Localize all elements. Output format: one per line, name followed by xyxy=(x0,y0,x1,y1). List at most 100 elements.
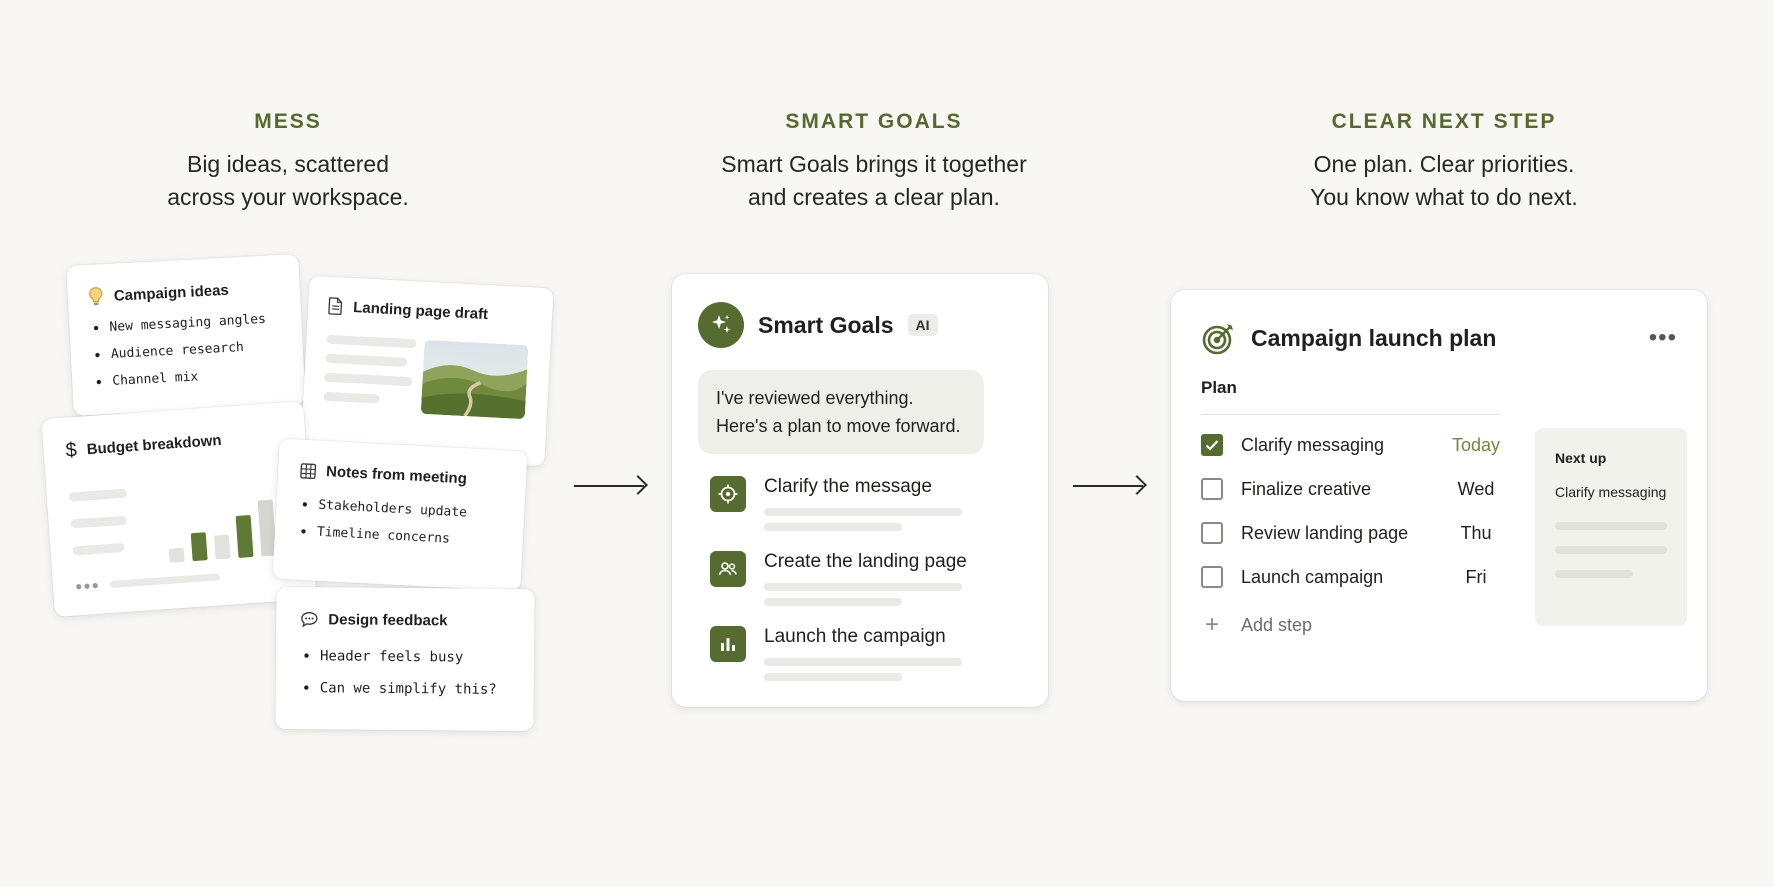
design-feedback-title: Design feedback xyxy=(328,611,448,630)
bar-chart-icon xyxy=(710,626,746,662)
dots-icon: ●●● xyxy=(74,577,101,594)
mess-description: Big ideas, scattered across your workspa… xyxy=(8,148,568,214)
plan-steps: Clarify the message Create the landing p… xyxy=(698,476,1022,681)
task-name: Review landing page xyxy=(1241,522,1409,543)
list-item: Timeline concerns xyxy=(297,524,502,550)
plan-step[interactable]: Create the landing page xyxy=(710,551,1022,606)
task-row[interactable]: Clarify messaging Today xyxy=(1201,423,1501,467)
mess-description-line1: Big ideas, scattered xyxy=(186,151,389,177)
next-step-description-line1: One plan. Clear priorities. xyxy=(1313,151,1575,177)
smart-goals-card-header: Smart Goals AI xyxy=(698,302,1022,348)
task-checkbox[interactable] xyxy=(1201,434,1223,456)
next-step-description: One plan. Clear priorities. You know wha… xyxy=(1164,148,1724,214)
task-row[interactable]: Finalize creative Wed xyxy=(1201,467,1501,511)
campaign-launch-plan-card: Campaign launch plan ••• Plan Clarify me… xyxy=(1171,290,1707,701)
landing-page-title: Landing page draft xyxy=(352,298,489,323)
task-row[interactable]: Review landing page Thu xyxy=(1201,511,1501,555)
people-icon xyxy=(710,551,746,587)
mess-header: MESS Big ideas, scattered across your wo… xyxy=(8,110,568,214)
plan-step-label: Create the landing page xyxy=(764,551,967,572)
next-up-placeholder xyxy=(1555,522,1667,578)
budget-footer: ●●● xyxy=(75,569,220,593)
divider xyxy=(1201,414,1501,415)
list-item: Stakeholders update xyxy=(298,497,503,523)
task-name: Finalize creative xyxy=(1241,478,1372,499)
budget-title: Budget breakdown xyxy=(86,431,223,459)
right-arrow-icon xyxy=(574,485,644,487)
plan-card-header: Campaign launch plan xyxy=(1201,320,1677,356)
table-icon xyxy=(300,462,317,479)
task-name: Clarify messaging xyxy=(1241,434,1385,455)
campaign-ideas-title: Campaign ideas xyxy=(113,281,230,305)
plan-step-label: Launch the campaign xyxy=(764,626,946,647)
landscape-image xyxy=(420,339,529,420)
more-options-button[interactable]: ••• xyxy=(1649,324,1677,352)
task-due: Fri xyxy=(1465,566,1487,587)
landing-page-placeholder-lines xyxy=(323,334,418,406)
document-icon xyxy=(328,297,344,316)
plan-step-placeholder xyxy=(764,583,967,606)
next-step-kicker: CLEAR NEXT STEP xyxy=(1331,110,1557,133)
task-checkbox[interactable] xyxy=(1201,478,1223,500)
campaign-ideas-title-row: Campaign ideas xyxy=(87,277,280,307)
plan-step[interactable]: Launch the campaign xyxy=(710,626,1022,681)
plus-icon: + xyxy=(1204,611,1219,638)
assistant-message-line1: I've reviewed everything. xyxy=(716,388,914,408)
next-up-panel: Next up Clarify messaging xyxy=(1535,428,1687,626)
next-up-title: Next up xyxy=(1555,450,1607,466)
smart-goals-description: Smart Goals brings it together and creat… xyxy=(594,148,1154,214)
plan-section-label: Plan xyxy=(1201,378,1237,397)
ai-badge: AI xyxy=(907,314,938,336)
plan-step-placeholder xyxy=(764,658,962,681)
smart-goals-title: Smart Goals xyxy=(758,311,894,338)
smart-goals-header: SMART GOALS Smart Goals brings it togeth… xyxy=(594,110,1154,214)
speech-bubble-icon xyxy=(300,611,318,628)
design-feedback-list: Header feels busy Can we simplify this? xyxy=(300,648,510,698)
budget-title-row: $ Budget breakdown xyxy=(65,425,284,463)
plan-step[interactable]: Clarify the message xyxy=(710,476,1022,531)
smart-goals-description-line2: and creates a clear plan. xyxy=(748,184,1000,210)
design-feedback-title-row: Design feedback xyxy=(300,611,510,630)
mess-kicker: MESS xyxy=(254,110,322,133)
plan-title: Campaign launch plan xyxy=(1251,324,1497,351)
meeting-notes-list: Stakeholders update Timeline concerns xyxy=(297,497,503,550)
task-due: Wed xyxy=(1457,478,1495,499)
sparkle-icon xyxy=(698,302,744,348)
list-item: Channel mix xyxy=(92,365,285,390)
target-arrow-icon xyxy=(1201,320,1237,356)
task-name: Launch campaign xyxy=(1241,566,1384,587)
assistant-message: I've reviewed everything. Here's a plan … xyxy=(698,370,984,454)
lightbulb-icon xyxy=(87,286,104,307)
target-icon xyxy=(710,476,746,512)
campaign-ideas-list: New messaging angles Audience research C… xyxy=(89,311,284,390)
task-checkbox[interactable] xyxy=(1201,566,1223,588)
task-row[interactable]: Launch campaign Fri xyxy=(1201,555,1501,599)
next-up-item[interactable]: Clarify messaging xyxy=(1555,484,1667,500)
meeting-notes-card[interactable]: Notes from meeting Stakeholders update T… xyxy=(272,438,528,592)
task-list: Clarify messaging Today Finalize creativ… xyxy=(1201,423,1501,599)
assistant-message-line2: Here's a plan to move forward. xyxy=(716,416,961,436)
landing-page-title-row: Landing page draft xyxy=(328,297,533,326)
design-feedback-card[interactable]: Design feedback Header feels busy Can we… xyxy=(275,586,535,732)
smart-goals-kicker: SMART GOALS xyxy=(785,110,963,133)
landing-page-draft-card[interactable]: Landing page draft xyxy=(300,275,554,467)
list-item: Audience research xyxy=(91,338,284,363)
smart-goals-card: Smart Goals AI I've reviewed everything.… xyxy=(672,274,1048,707)
list-item: New messaging angles xyxy=(89,311,282,336)
mess-description-line2: across your workspace. xyxy=(167,184,409,210)
meeting-notes-title-row: Notes from meeting xyxy=(300,462,505,490)
plan-step-placeholder xyxy=(764,508,962,531)
campaign-ideas-card[interactable]: Campaign ideas New messaging angles Audi… xyxy=(66,254,306,416)
list-item: Can we simplify this? xyxy=(300,680,510,698)
next-step-header: CLEAR NEXT STEP One plan. Clear prioriti… xyxy=(1164,110,1724,214)
right-arrow-icon xyxy=(1073,485,1143,487)
check-icon xyxy=(1205,440,1219,451)
meeting-notes-title: Notes from meeting xyxy=(325,463,468,488)
task-due: Thu xyxy=(1460,522,1492,543)
plan-step-label: Clarify the message xyxy=(764,476,932,497)
task-due: Today xyxy=(1451,434,1501,455)
next-step-description-line2: You know what to do next. xyxy=(1310,184,1578,210)
dollar-icon: $ xyxy=(64,439,78,462)
list-item: Header feels busy xyxy=(300,648,510,666)
task-checkbox[interactable] xyxy=(1201,522,1223,544)
